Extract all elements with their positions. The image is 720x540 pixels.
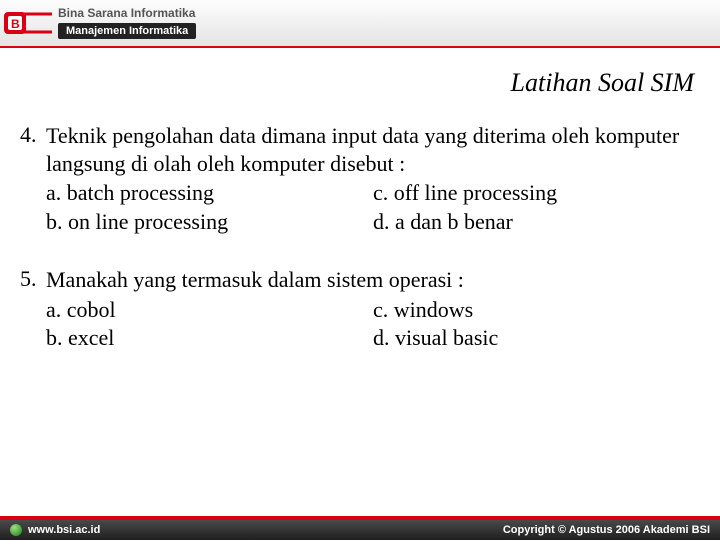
slide-header: B Bina Sarana Informatika Manajemen Info… xyxy=(0,0,720,48)
footer-copyright: Copyright © Agustus 2006 Akademi BSI xyxy=(503,524,710,536)
question-5: 5. Manakah yang termasuk dalam sistem op… xyxy=(20,266,700,353)
option-c: c. off line processing xyxy=(373,179,700,208)
question-stem: Manakah yang termasuk dalam sistem opera… xyxy=(46,266,700,294)
option-b: b. excel xyxy=(46,324,373,353)
globe-icon xyxy=(10,524,22,536)
svg-text:B: B xyxy=(11,17,20,31)
option-a: a. cobol xyxy=(46,296,373,325)
option-b: b. on line processing xyxy=(46,208,373,237)
institution-name: Bina Sarana Informatika xyxy=(58,7,196,21)
option-c: c. windows xyxy=(373,296,700,325)
question-stem: Teknik pengolahan data dimana input data… xyxy=(46,122,700,177)
program-name: Manajemen Informatika xyxy=(58,23,196,40)
question-4: 4. Teknik pengolahan data dimana input d… xyxy=(20,122,700,236)
footer-url: www.bsi.ac.id xyxy=(28,524,100,536)
option-d: d. a dan b benar xyxy=(373,208,700,237)
header-text: Bina Sarana Informatika Manajemen Inform… xyxy=(58,7,196,39)
question-number: 5. xyxy=(20,266,46,292)
option-d: d. visual basic xyxy=(373,324,700,353)
bsi-logo: B xyxy=(0,0,58,46)
slide-content: Latihan Soal SIM 4. Teknik pengolahan da… xyxy=(0,48,720,353)
question-number: 4. xyxy=(20,122,46,148)
slide-footer: www.bsi.ac.id Copyright © Agustus 2006 A… xyxy=(0,516,720,540)
page-title: Latihan Soal SIM xyxy=(20,68,694,98)
option-a: a. batch processing xyxy=(46,179,373,208)
